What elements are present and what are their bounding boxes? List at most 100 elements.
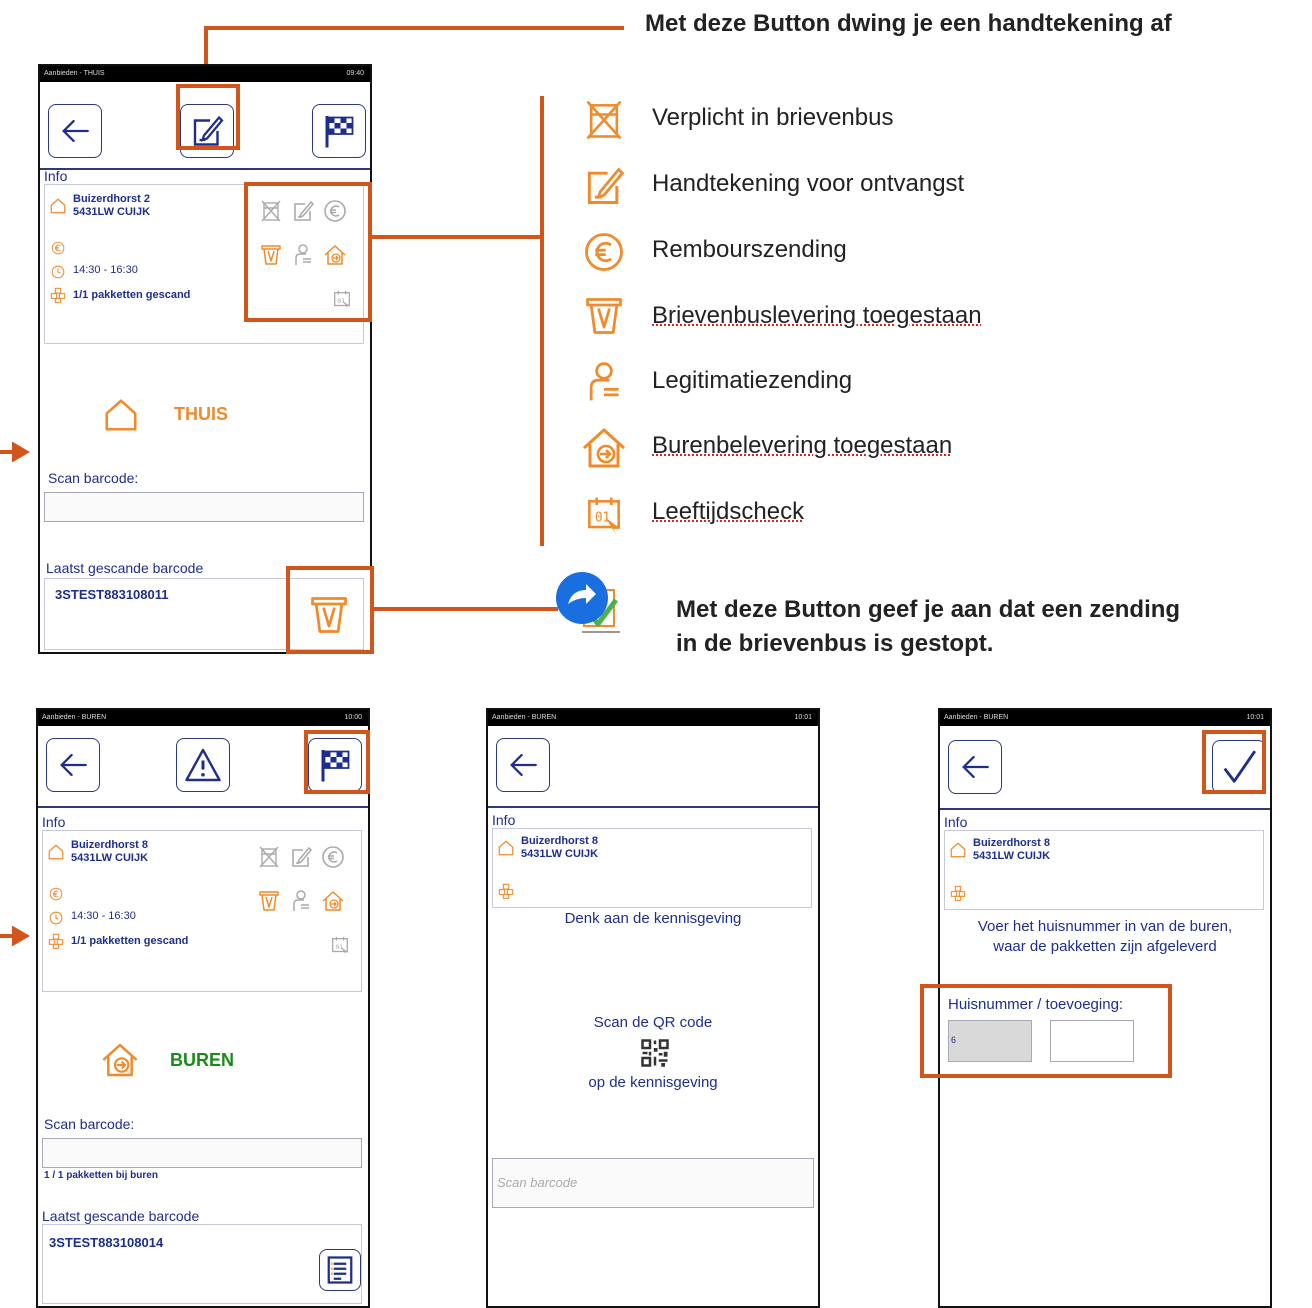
clock-icon (51, 265, 65, 279)
signature-icon (582, 164, 626, 208)
euro-icon (583, 231, 625, 273)
screen-kennisgeving: Aanbieden - BUREN 10:01 Info Buizerdhors… (486, 708, 820, 1308)
neighbours-count: 1 / 1 pakketten bij buren (44, 1170, 158, 1181)
legend-item-label: Legitimatiezending (652, 367, 853, 394)
house-icon (49, 197, 67, 215)
person-id-icon (289, 889, 313, 913)
status-bar: Aanbieden - BUREN 10:01 (940, 710, 1270, 726)
mailbox-icon (582, 292, 626, 340)
instruction-line1: Voer het huisnummer in van de buren, (977, 918, 1233, 935)
checkered-flag-icon (321, 113, 357, 149)
highlight-finish-button (304, 730, 370, 794)
back-button[interactable] (46, 738, 100, 792)
warning-button[interactable] (176, 738, 230, 792)
legend-item-label: Handtekening voor ontvangst (652, 170, 965, 197)
last-scanned-label: Laatst gescande barcode (42, 1208, 200, 1224)
no-mailbox-icon (257, 845, 281, 869)
scan-barcode-input[interactable] (44, 492, 364, 522)
back-button[interactable] (948, 740, 1002, 794)
no-mailbox-icon (582, 96, 626, 144)
finish-button[interactable] (312, 104, 366, 158)
address-line2: 5431LW CUIJK (521, 848, 599, 860)
scan-barcode-label: Scan barcode: (44, 1116, 135, 1132)
legend-item-label: Leeftijdscheck (652, 498, 805, 525)
signature-icon (289, 845, 313, 869)
mailbox-caption-line1: Met deze Button geef je aan dat een zend… (676, 596, 1181, 623)
last-scanned-label: Laatst gescande barcode (46, 560, 204, 576)
instruction-line2: waar de pakketten zijn afgeleverd (993, 938, 1217, 955)
on-notice-text: op de kennisgeving (588, 1074, 718, 1091)
house-mode-icon (102, 396, 140, 434)
last-scanned-box: 3STEST883108014 (42, 1224, 362, 1304)
mailbox-pointer (374, 607, 558, 611)
legend-item-label: Brievenbuslevering toegestaan (652, 302, 982, 329)
status-time: 09:40 (346, 70, 364, 77)
mailbox-caption-line2: in de brievenbus is gestopt. (676, 630, 994, 657)
legend-item-label: Burenbelevering toegestaan (652, 432, 953, 459)
info-label: Info (492, 812, 516, 828)
legend-bracket-line (540, 96, 544, 546)
info-box: Buizerdhorst 8 5431LW CUIJK (492, 828, 812, 908)
mode-label: BUREN (170, 1050, 235, 1070)
packages-count: 1/1 pakketten gescand (71, 935, 189, 947)
icons-pointer (372, 235, 542, 239)
person-id-icon (582, 358, 626, 406)
mailbox-icon (257, 889, 281, 913)
legend-item-label: Rembourszending (652, 236, 847, 263)
arrow-indicator-1 (0, 441, 30, 463)
back-icon (506, 748, 540, 782)
time-window: 14:30 - 16:30 (73, 264, 138, 276)
screen-buren: Aanbieden - BUREN 10:00 Info Buizerdhors… (36, 708, 370, 1308)
list-icon (325, 1255, 355, 1285)
status-title: Aanbieden - BUREN (944, 714, 1009, 721)
scan-barcode-input[interactable] (42, 1138, 362, 1168)
back-button[interactable] (48, 104, 102, 158)
address-line1: Buizerdhorst 8 (521, 835, 599, 847)
scan-barcode-label: Scan barcode: (48, 470, 139, 486)
back-icon (958, 750, 992, 784)
packages-icon (498, 883, 514, 899)
last-barcode: 3STEST883108011 (55, 587, 169, 602)
neighbor-house-icon (580, 424, 628, 472)
packages-count: 1/1 pakketten gescand (73, 289, 191, 301)
info-label: Info (944, 814, 968, 830)
time-window: 14:30 - 16:30 (71, 910, 136, 922)
euro-icon (51, 241, 65, 255)
highlight-house-number (920, 984, 1172, 1078)
status-time: 10:00 (344, 714, 362, 721)
status-time: 10:01 (794, 714, 812, 721)
signature-caption: Met deze Button dwing je een handtekenin… (645, 10, 1172, 37)
house-icon (47, 843, 65, 861)
packages-icon (48, 933, 64, 949)
status-bar: Aanbieden - BUREN 10:01 (488, 710, 818, 726)
info-box: Buizerdhorst 8 5431LW CUIJK (944, 830, 1264, 910)
status-bar: Aanbieden - BUREN 10:00 (38, 710, 368, 726)
arrow-indicator-2 (0, 925, 30, 947)
back-icon (56, 748, 90, 782)
scan-barcode-placeholder: Scan barcode (497, 1175, 578, 1190)
mailbox-check-icon (556, 572, 620, 633)
signature-pointer-horizontal (204, 26, 624, 30)
address-line1: Buizerdhorst 2 (73, 193, 151, 205)
packages-icon (50, 287, 66, 303)
info-label: Info (42, 814, 66, 830)
highlight-signature-button (176, 84, 240, 150)
status-title: Aanbieden - THUIS (44, 70, 105, 77)
scan-qr-text: Scan de QR code (593, 1014, 713, 1031)
list-button[interactable] (319, 1249, 361, 1291)
highlight-mailbox-button (286, 566, 374, 654)
age-check-icon (582, 490, 626, 542)
scan-barcode-input[interactable]: Scan barcode (492, 1158, 814, 1208)
warning-icon (185, 747, 221, 783)
address-line2: 5431LW CUIJK (973, 850, 1051, 862)
address-line2: 5431LW CUIJK (71, 852, 149, 864)
back-button[interactable] (496, 738, 550, 792)
neighbor-mode-icon (100, 1040, 140, 1080)
status-time: 10:01 (1246, 714, 1264, 721)
address-line1: Buizerdhorst 8 (973, 837, 1051, 849)
neighbor-house-icon (321, 889, 345, 913)
packages-icon (950, 885, 966, 901)
last-barcode: 3STEST883108014 (49, 1235, 164, 1250)
status-title: Aanbieden - BUREN (42, 714, 107, 721)
info-box: Buizerdhorst 8 5431LW CUIJK 14:30 - 16:3… (42, 830, 362, 992)
